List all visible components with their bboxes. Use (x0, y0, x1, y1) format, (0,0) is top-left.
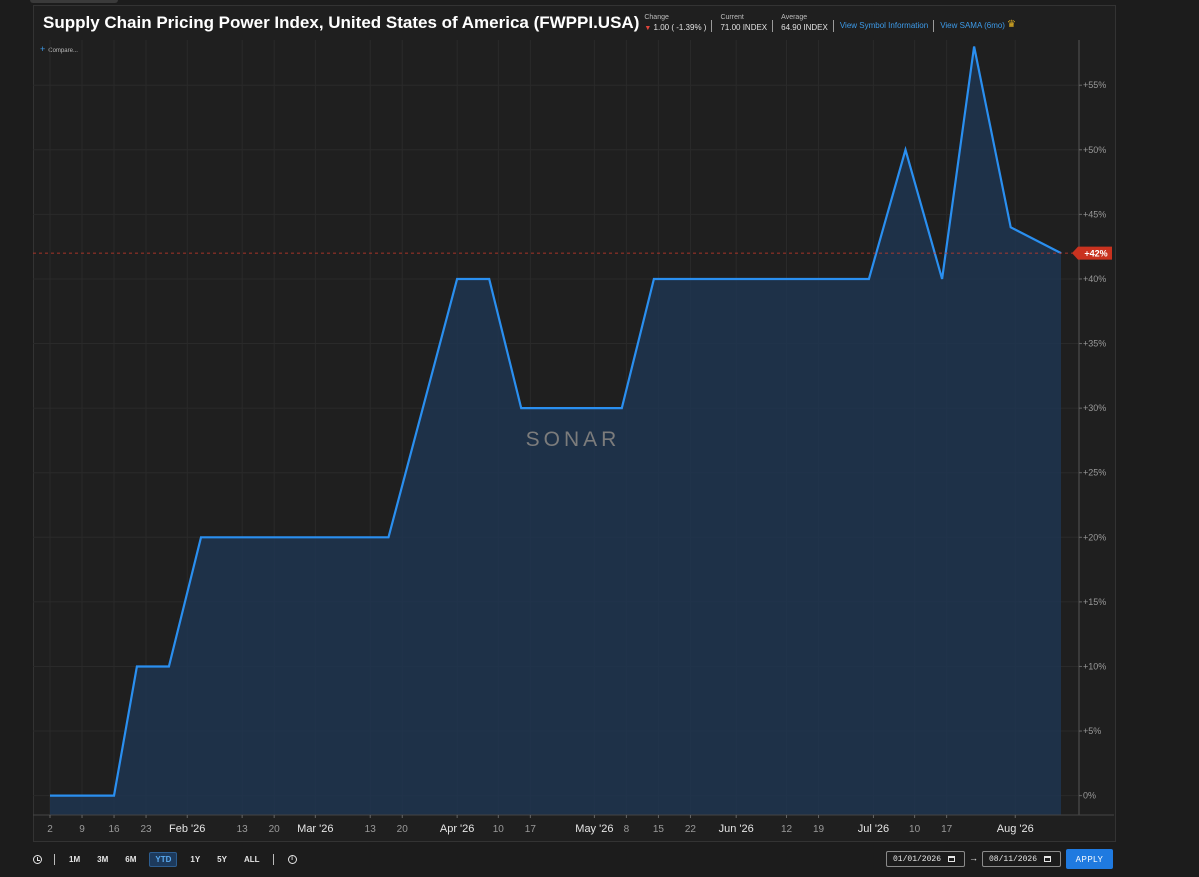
x-tick-label: 10 (909, 824, 921, 835)
start-date-value: 01/01/2026 (893, 854, 942, 864)
range-buttons: 1M 3M 6M YTD 1Y 5Y ALL (69, 851, 277, 867)
y-axis-ticks: 0% +5% +10% +15% +20% +25% +30% +35% +40% +45% +50… (1079, 80, 1106, 801)
x-tick-label: 17 (941, 824, 953, 835)
watermark-text: SONAR (526, 428, 621, 451)
x-tick-label: 20 (269, 824, 281, 835)
y-tick-label: +40% (1083, 274, 1106, 284)
x-tick-label: 19 (813, 824, 825, 835)
chart-svg: SONAR 0% +5% +10% +15% +20% +25% +30% +35% +40% +… (33, 40, 1114, 835)
x-tick-label: 22 (685, 824, 697, 835)
y-tick-label: +50% (1083, 145, 1106, 155)
calendar-icon[interactable] (1044, 856, 1052, 862)
x-tick-label: Jul '26 (858, 823, 889, 835)
x-tick-label: 12 (781, 824, 793, 835)
y-tick-label: +30% (1083, 403, 1106, 413)
info-icon[interactable]: i (287, 854, 297, 864)
arrow-right-icon: → (969, 853, 978, 863)
apply-button[interactable]: APPLY (1066, 849, 1113, 869)
y-tick-label: 0% (1083, 791, 1096, 801)
calendar-icon[interactable] (948, 856, 956, 862)
x-tick-label: 15 (653, 824, 665, 835)
range-button-1m[interactable]: 1M (69, 855, 80, 864)
x-tick-label: Apr '26 (440, 823, 475, 835)
y-tick-label: +15% (1083, 597, 1106, 607)
x-axis-ticks: 2 9 16 23 Feb '26 13 20 Mar '26 13 20 Apr '26 10 17 M… (47, 815, 1034, 835)
current-value-marker: +42% (1072, 246, 1112, 260)
range-button-3m[interactable]: 3M (97, 855, 108, 864)
y-tick-label: +55% (1083, 80, 1106, 90)
x-tick-label: Mar '26 (297, 823, 333, 835)
y-tick-label: +35% (1083, 339, 1106, 349)
x-tick-label: 13 (365, 824, 377, 835)
x-tick-label: 17 (525, 824, 537, 835)
current-value-label: +42% (1084, 249, 1107, 259)
x-tick-label: 13 (237, 824, 249, 835)
y-tick-label: +25% (1083, 468, 1106, 478)
y-tick-label: +20% (1083, 532, 1106, 542)
x-tick-label: 20 (397, 824, 409, 835)
divider (54, 853, 55, 865)
x-tick-label: May '26 (575, 823, 613, 835)
start-date-input[interactable]: 01/01/2026 (886, 851, 965, 867)
x-tick-label: 9 (79, 824, 85, 835)
divider (272, 853, 274, 865)
y-tick-label: +10% (1083, 661, 1106, 671)
range-button-6m[interactable]: 6M (125, 855, 136, 864)
x-tick-label: Jun '26 (719, 823, 754, 835)
clock-icon[interactable] (33, 854, 42, 864)
x-tick-label: 8 (624, 824, 630, 835)
range-button-1y[interactable]: 1Y (190, 855, 200, 864)
range-button-5y[interactable]: 5Y (217, 855, 227, 864)
x-tick-label: 23 (141, 824, 153, 835)
x-tick-label: Aug '26 (997, 823, 1034, 835)
x-tick-label: Feb '26 (169, 823, 205, 835)
end-date-input[interactable]: 08/11/2026 (982, 851, 1061, 867)
x-tick-label: 16 (108, 824, 120, 835)
range-button-all[interactable]: ALL (244, 855, 260, 864)
end-date-value: 08/11/2026 (989, 854, 1038, 864)
y-tick-label: +45% (1083, 209, 1106, 219)
x-tick-label: 2 (47, 824, 53, 835)
x-tick-label: 10 (493, 824, 505, 835)
range-button-ytd[interactable]: YTD (149, 851, 178, 867)
y-tick-label: +5% (1083, 726, 1101, 736)
